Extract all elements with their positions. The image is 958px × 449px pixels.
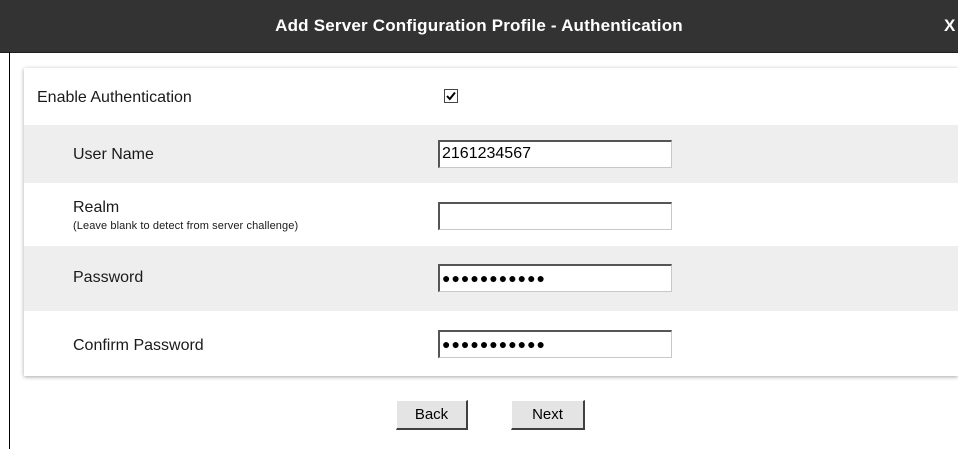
password-label: Password (73, 269, 144, 286)
dialog-left-border (9, 52, 10, 449)
row-realm: Realm (Leave blank to detect from server… (24, 183, 958, 246)
user-name-input[interactable]: 2161234567 (438, 140, 672, 168)
dialog-title: Add Server Configuration Profile - Authe… (275, 16, 683, 35)
realm-label: Realm (73, 199, 120, 216)
confirm-password-input[interactable]: ●●●●●●●●●●● (438, 330, 672, 358)
row-password: Password ●●●●●●●●●●● (24, 246, 958, 311)
password-input[interactable]: ●●●●●●●●●●● (438, 264, 672, 292)
back-button[interactable]: Back (396, 400, 468, 430)
dialog-titlebar: Add Server Configuration Profile - Authe… (0, 0, 958, 53)
row-confirm-password: Confirm Password ●●●●●●●●●●● (24, 311, 958, 376)
row-enable-authentication: Enable Authentication (24, 68, 958, 125)
next-button[interactable]: Next (511, 400, 585, 430)
row-user-name: User Name 2161234567 (24, 125, 958, 183)
form-panel: Enable Authentication User Name 21612345… (24, 68, 958, 376)
user-name-label: User Name (73, 146, 154, 163)
enable-authentication-checkbox[interactable] (444, 89, 458, 103)
checkmark-icon (446, 91, 456, 101)
realm-input[interactable] (438, 202, 672, 230)
confirm-password-label: Confirm Password (73, 337, 204, 354)
enable-authentication-label: Enable Authentication (37, 89, 192, 106)
close-button[interactable]: X (944, 0, 958, 52)
realm-hint: (Leave blank to detect from server chall… (73, 220, 299, 232)
